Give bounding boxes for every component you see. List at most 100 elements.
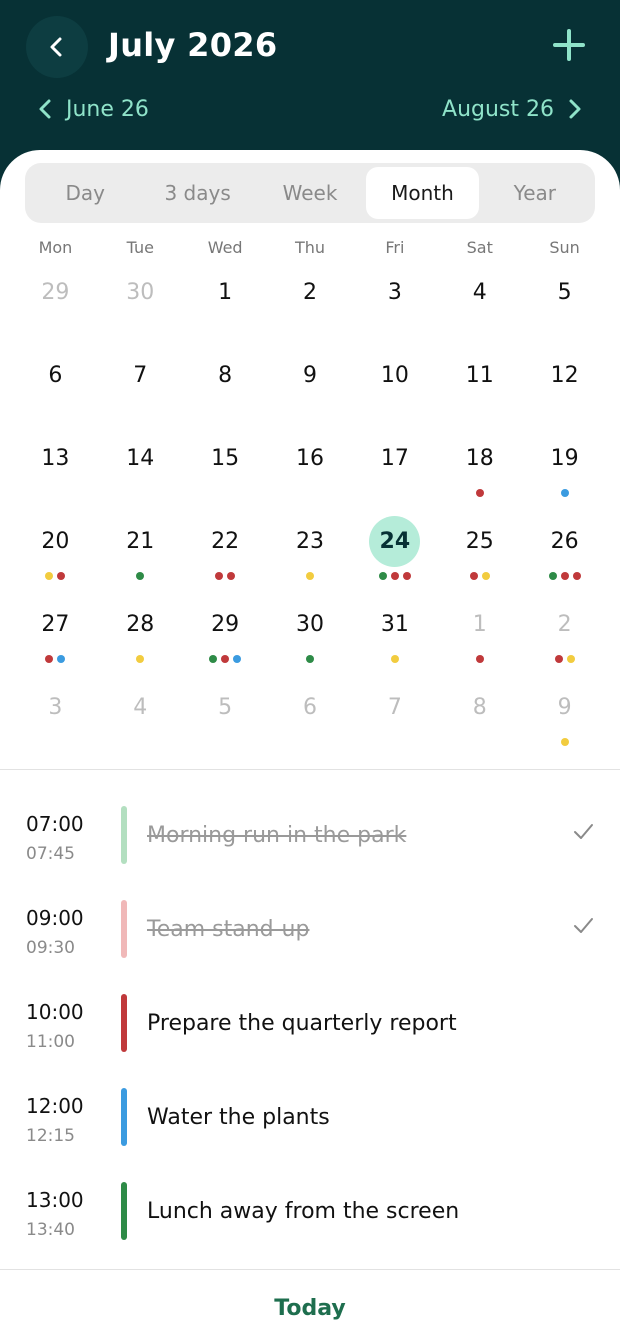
tab-week[interactable]: Week [254,167,366,219]
event-item[interactable]: 09:00 09:30 Team stand-up [0,884,620,978]
event-dot [221,655,230,663]
calendar-day[interactable]: 31 [352,590,437,673]
calendar-day[interactable]: 30 [268,590,353,673]
event-end-time: 11:00 [26,1032,75,1052]
event-dot [475,655,484,663]
calendar-day[interactable]: 5 [183,673,268,756]
event-indicators [522,572,607,580]
tab-year[interactable]: Year [479,167,591,219]
calendar-day[interactable]: 28 [98,590,183,673]
calendar-day[interactable]: 1 [437,590,522,673]
event-indicators [522,655,607,663]
calendar-day[interactable]: 27 [13,590,98,673]
back-button[interactable] [26,16,88,78]
calendar-week: 29 30 1 2 3 4 5 [13,258,607,341]
event-dot [378,572,387,580]
calendar-day[interactable]: 15 [183,424,268,507]
calendar-day[interactable]: 26 [522,507,607,590]
day-number: 30 [296,612,324,637]
calendar-day[interactable]: 14 [98,424,183,507]
event-item[interactable]: 07:00 07:45 Morning run in the park [0,790,620,884]
calendar-day[interactable]: 2 [268,258,353,341]
next-month-label: August 26 [442,96,554,122]
day-number: 5 [218,695,233,720]
checkmark-icon[interactable] [572,820,594,842]
event-end-time: 12:15 [26,1126,75,1146]
day-number: 4 [133,695,148,720]
calendar-day[interactable]: 17 [352,424,437,507]
today-button[interactable]: Today [250,1288,370,1328]
calendar-day[interactable]: 23 [268,507,353,590]
calendar-day[interactable]: 19 [522,424,607,507]
calendar-day[interactable]: 18 [437,424,522,507]
calendar-day[interactable]: 9 [268,341,353,424]
event-item[interactable]: 10:00 11:00 Prepare the quarterly report [0,978,620,1072]
tab-3-days[interactable]: 3 days [141,167,253,219]
calendar-day[interactable]: 11 [437,341,522,424]
calendar-day[interactable]: 10 [352,341,437,424]
event-dot [136,572,145,580]
day-number: 7 [387,695,402,720]
event-dot [469,572,478,580]
event-color-bar [121,1182,127,1240]
add-event-button[interactable] [546,22,592,68]
event-start-time: 10:00 [26,1000,84,1024]
chevron-right-icon [569,99,581,119]
event-title: Prepare the quarterly report [147,1011,457,1036]
calendar-day[interactable]: 7 [98,341,183,424]
day-number: 16 [296,446,324,471]
event-indicators [98,655,183,663]
day-number: 15 [211,446,240,471]
calendar-day[interactable]: 29 [13,258,98,341]
event-item[interactable]: 12:00 12:15 Water the plants [0,1072,620,1166]
calendar-day[interactable]: 5 [522,258,607,341]
calendar-day[interactable]: 16 [268,424,353,507]
day-number: 3 [48,695,63,720]
day-number: 3 [387,280,402,305]
event-title: Morning run in the park [147,823,407,848]
day-number: 9 [303,363,317,388]
event-indicators [352,655,437,663]
event-dot [45,655,54,663]
checkmark-icon[interactable] [572,914,594,936]
calendar-day[interactable]: 13 [13,424,98,507]
calendar-day[interactable]: 29 [183,590,268,673]
calendar-day[interactable]: 8 [437,673,522,756]
calendar-day[interactable]: 22 [183,507,268,590]
day-number: 1 [472,612,487,637]
calendar-day[interactable]: 8 [183,341,268,424]
prev-month-button[interactable]: June 26 [38,92,149,126]
calendar-day[interactable]: 2 [522,590,607,673]
calendar-day-today[interactable]: 24 [352,507,437,590]
day-number: 2 [557,612,572,637]
prev-month-label: June 26 [66,96,149,122]
calendar-day[interactable]: 4 [98,673,183,756]
calendar-day[interactable]: 30 [98,258,183,341]
calendar-day[interactable]: 7 [352,673,437,756]
day-number: 5 [557,280,572,305]
calendar-day[interactable]: 12 [522,341,607,424]
tab-day[interactable]: Day [29,167,141,219]
calendar-day[interactable]: 3 [13,673,98,756]
calendar-day[interactable]: 6 [268,673,353,756]
calendar-day[interactable]: 1 [183,258,268,341]
day-number: 12 [550,363,579,388]
calendar-sheet: Day 3 days Week Month Year Mon Tue Wed T… [0,150,620,1342]
calendar-day[interactable]: 9 [522,673,607,756]
event-item[interactable]: 13:00 13:40 Lunch away from the screen [0,1166,620,1260]
calendar-day[interactable]: 6 [13,341,98,424]
calendar-day[interactable]: 25 [437,507,522,590]
weekday-label: Tue [126,238,154,257]
day-number: 6 [303,695,317,720]
calendar-day[interactable]: 21 [98,507,183,590]
event-end-time: 13:40 [26,1220,75,1240]
calendar-day[interactable]: 20 [13,507,98,590]
next-month-button[interactable]: August 26 [442,92,582,126]
tab-month[interactable]: Month [366,167,479,219]
event-dot [560,572,569,580]
event-dot [402,572,411,580]
calendar-day[interactable]: 4 [437,258,522,341]
day-number: 7 [133,363,148,388]
calendar-day[interactable]: 3 [352,258,437,341]
day-number: 25 [465,529,494,554]
